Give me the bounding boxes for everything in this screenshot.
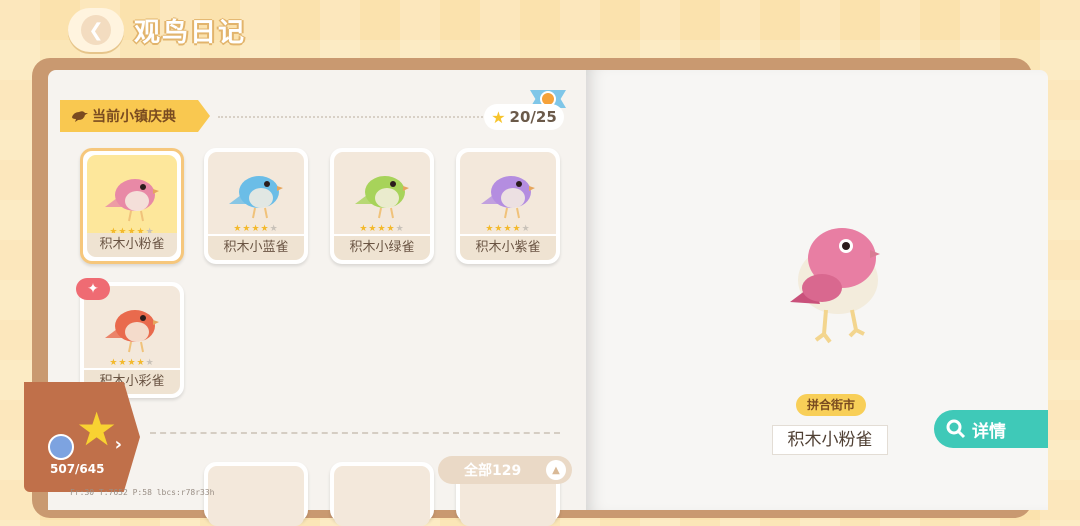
section-title: 当前小镇庆典 <box>92 109 176 125</box>
moon-icon <box>48 434 74 460</box>
bird-icon <box>355 176 409 219</box>
all-birds-tab[interactable]: 全部129 ▲ <box>438 456 572 484</box>
bird-icon <box>105 179 159 222</box>
bird-card-name: 积木小紫雀 <box>460 236 556 260</box>
bird-card[interactable]: ★★★★★ 积木小粉雀 <box>80 148 184 264</box>
selected-bird-illustration <box>790 228 880 344</box>
page-title: 观鸟日记 <box>134 18 247 48</box>
location-tag: 拼合街市 <box>796 394 866 416</box>
bird-silhouette-icon <box>72 111 88 122</box>
back-arrow-icon: ❮ <box>81 15 111 45</box>
details-label: 详情 <box>972 421 1006 442</box>
bird-card-name: 积木小粉雀 <box>87 233 177 257</box>
bird-icon <box>105 310 159 353</box>
star-icon: ★ <box>491 107 506 127</box>
details-button[interactable]: 详情 <box>934 410 1048 448</box>
star-icon: ★ <box>76 402 118 456</box>
bird-card-art <box>87 155 177 237</box>
all-birds-label: 全部129 <box>464 463 522 479</box>
bird-card-name: 积木小蓝雀 <box>208 236 304 260</box>
selected-bird-name: 积木小粉雀 <box>772 425 888 455</box>
search-icon <box>946 419 966 439</box>
grid-divider <box>150 432 560 434</box>
rarity-stars: ★★★★★ <box>233 224 279 234</box>
rarity-stars: ★★★★★ <box>109 358 155 368</box>
rarity-stars: ★★★★★ <box>485 224 531 234</box>
chevron-up-icon: ▲ <box>546 460 566 480</box>
star-count-badge: ★ 20/25 <box>484 104 564 130</box>
bird-icon <box>229 176 283 219</box>
bird-card[interactable]: ★★★★★ 积木小紫雀 <box>456 148 560 264</box>
bird-card-partial[interactable] <box>330 462 434 526</box>
bird-card-art <box>208 152 304 234</box>
bird-card-art <box>334 152 430 234</box>
collection-count: 507/645 <box>50 462 105 476</box>
bird-card-art <box>460 152 556 234</box>
debug-overlay-text: Fr:30 T:7652 P:58 lbcs:r78r33h <box>70 488 215 497</box>
chevron-right-icon: › <box>114 434 122 455</box>
star-count-value: 20/25 <box>509 108 557 126</box>
bird-icon <box>481 176 535 219</box>
section-divider <box>218 116 483 118</box>
back-button[interactable]: ❮ <box>68 8 124 52</box>
collection-progress-ribbon[interactable]: ★ › 507/645 <box>24 382 140 492</box>
section-tag: 当前小镇庆典 <box>60 100 210 132</box>
bird-card[interactable]: ★★★★★ 积木小蓝雀 <box>204 148 308 264</box>
rarity-stars: ★★★★★ <box>359 224 405 234</box>
bird-card-name: 积木小绿雀 <box>334 236 430 260</box>
bird-card-partial[interactable] <box>204 462 308 526</box>
bird-card[interactable]: ★★★★★ 积木小绿雀 <box>330 148 434 264</box>
new-sparkle-badge: ✦ <box>76 278 110 300</box>
